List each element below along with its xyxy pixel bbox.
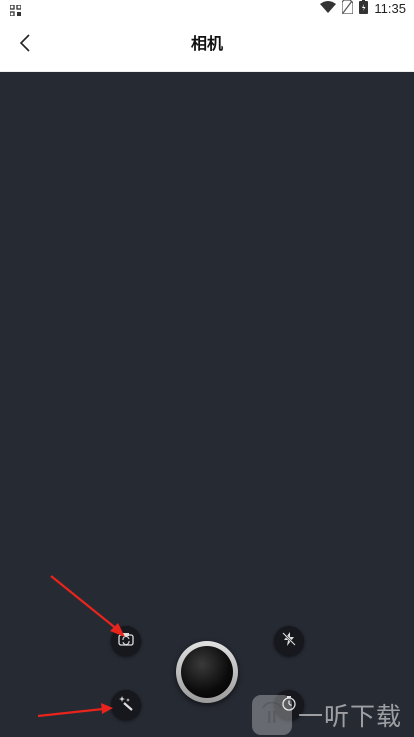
wifi-icon [320,0,337,18]
camera-viewfinder [0,72,414,737]
flash-toggle-button[interactable] [274,626,304,656]
back-button[interactable] [12,31,38,59]
status-time: 11:35 [374,1,406,16]
watermark: 一听下载 [252,693,414,737]
magic-wand-icon [118,695,134,716]
chevron-left-icon [19,33,31,57]
camera-switch-icon [118,632,134,651]
watermark-text: 一听下载 [298,703,403,731]
page-title: 相机 [190,36,223,53]
app-header: 相机 [0,18,414,72]
switch-camera-button[interactable] [111,626,141,656]
beauty-filter-button[interactable] [111,690,141,720]
shutter-button[interactable] [176,641,238,703]
status-bar: 11:35 [0,0,414,18]
qr-icon [9,3,22,17]
shutter-inner [181,646,233,698]
flash-off-icon [281,631,297,652]
sim-icon [341,0,355,19]
battery-icon [359,0,369,19]
watermark-logo-icon [252,695,292,735]
